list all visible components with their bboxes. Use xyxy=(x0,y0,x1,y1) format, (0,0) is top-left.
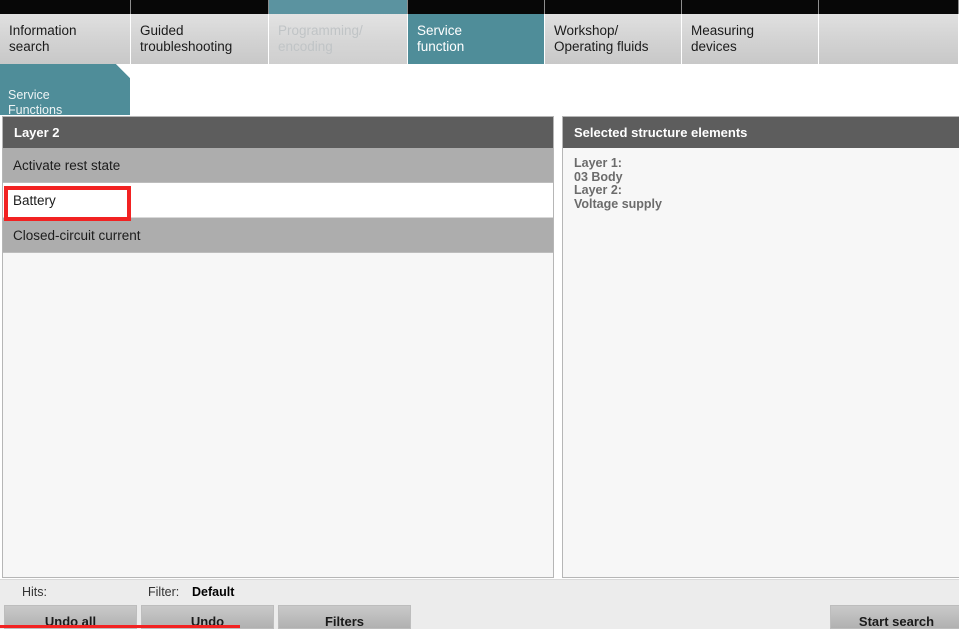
content-panels: Layer 2 Activate rest state Battery Closed… xyxy=(0,116,959,579)
tab-guided-troubleshooting[interactable]: Guided troubleshooting xyxy=(131,14,269,64)
tab-label: Service function xyxy=(417,23,465,54)
chrome-stub-4 xyxy=(545,0,682,14)
chrome-stub-6 xyxy=(819,0,959,14)
tab-information-search[interactable]: Information search xyxy=(0,14,131,64)
subtab-service-functions[interactable]: Service Functions xyxy=(0,64,130,115)
selected-structure-text: Layer 1: 03 Body Layer 2: Voltage supply xyxy=(574,156,662,211)
tab-label: Measuring devices xyxy=(691,23,755,54)
subtab-label: Service Functions xyxy=(8,88,63,117)
filters-button[interactable]: Filters xyxy=(278,605,411,629)
chrome-stub-1 xyxy=(131,0,269,14)
tab-label: Workshop/ Operating fluids xyxy=(554,23,649,54)
start-search-button[interactable]: Start search xyxy=(830,605,959,629)
list-item[interactable]: Closed-circuit current xyxy=(3,218,553,253)
hits-label: Hits: xyxy=(22,585,47,599)
selected-structure-body: Layer 1: 03 Body Layer 2: Voltage supply xyxy=(563,148,959,577)
list-item-label: Battery xyxy=(13,193,56,208)
chrome-stub-2 xyxy=(269,0,408,14)
list-item[interactable]: Activate rest state xyxy=(3,148,553,183)
subtab-row: Service Functions xyxy=(0,64,959,115)
selected-structure-header: Selected structure elements xyxy=(563,117,959,148)
layer-list-panel: Layer 2 Activate rest state Battery Closed… xyxy=(2,116,554,578)
tab-service-function[interactable]: Service function xyxy=(408,14,545,64)
button-bar: Undo all Undo Filters Start search xyxy=(0,605,959,629)
list-item-label: Activate rest state xyxy=(13,158,121,173)
tab-label: Guided troubleshooting xyxy=(140,23,233,54)
undo-button[interactable]: Undo xyxy=(141,605,274,629)
undo-all-button[interactable]: Undo all xyxy=(4,605,137,629)
subtab-corner-notch xyxy=(116,64,130,78)
main-tab-bar: Information search Guided troubleshooting… xyxy=(0,14,959,64)
status-bar: Hits: Filter: Default xyxy=(0,579,959,606)
tab-workshop--operating fluids[interactable]: Workshop/ Operating fluids xyxy=(545,14,682,64)
tab-programming--encoding[interactable]: Programming/ encoding xyxy=(269,14,408,64)
selected-structure-panel: Selected structure elements Layer 1: 03 … xyxy=(562,116,959,578)
chrome-stub-0 xyxy=(0,0,131,14)
tab-measuring-devices[interactable]: Measuring devices xyxy=(682,14,819,64)
layer-list-header: Layer 2 xyxy=(3,117,553,148)
filter-value: Default xyxy=(192,585,235,599)
filter-label: Filter: xyxy=(148,585,180,599)
list-item[interactable]: Battery xyxy=(3,183,553,218)
window-chrome-strip xyxy=(0,0,959,14)
layer-list-body: Activate rest state Battery Closed-circuit… xyxy=(3,148,553,577)
tab-label: Information search xyxy=(9,23,77,54)
tab-label: Programming/ encoding xyxy=(278,23,363,54)
chrome-stub-5 xyxy=(682,0,819,14)
chrome-stub-3 xyxy=(408,0,545,14)
list-item-label: Closed-circuit current xyxy=(13,228,141,243)
tab-empty xyxy=(819,14,959,64)
